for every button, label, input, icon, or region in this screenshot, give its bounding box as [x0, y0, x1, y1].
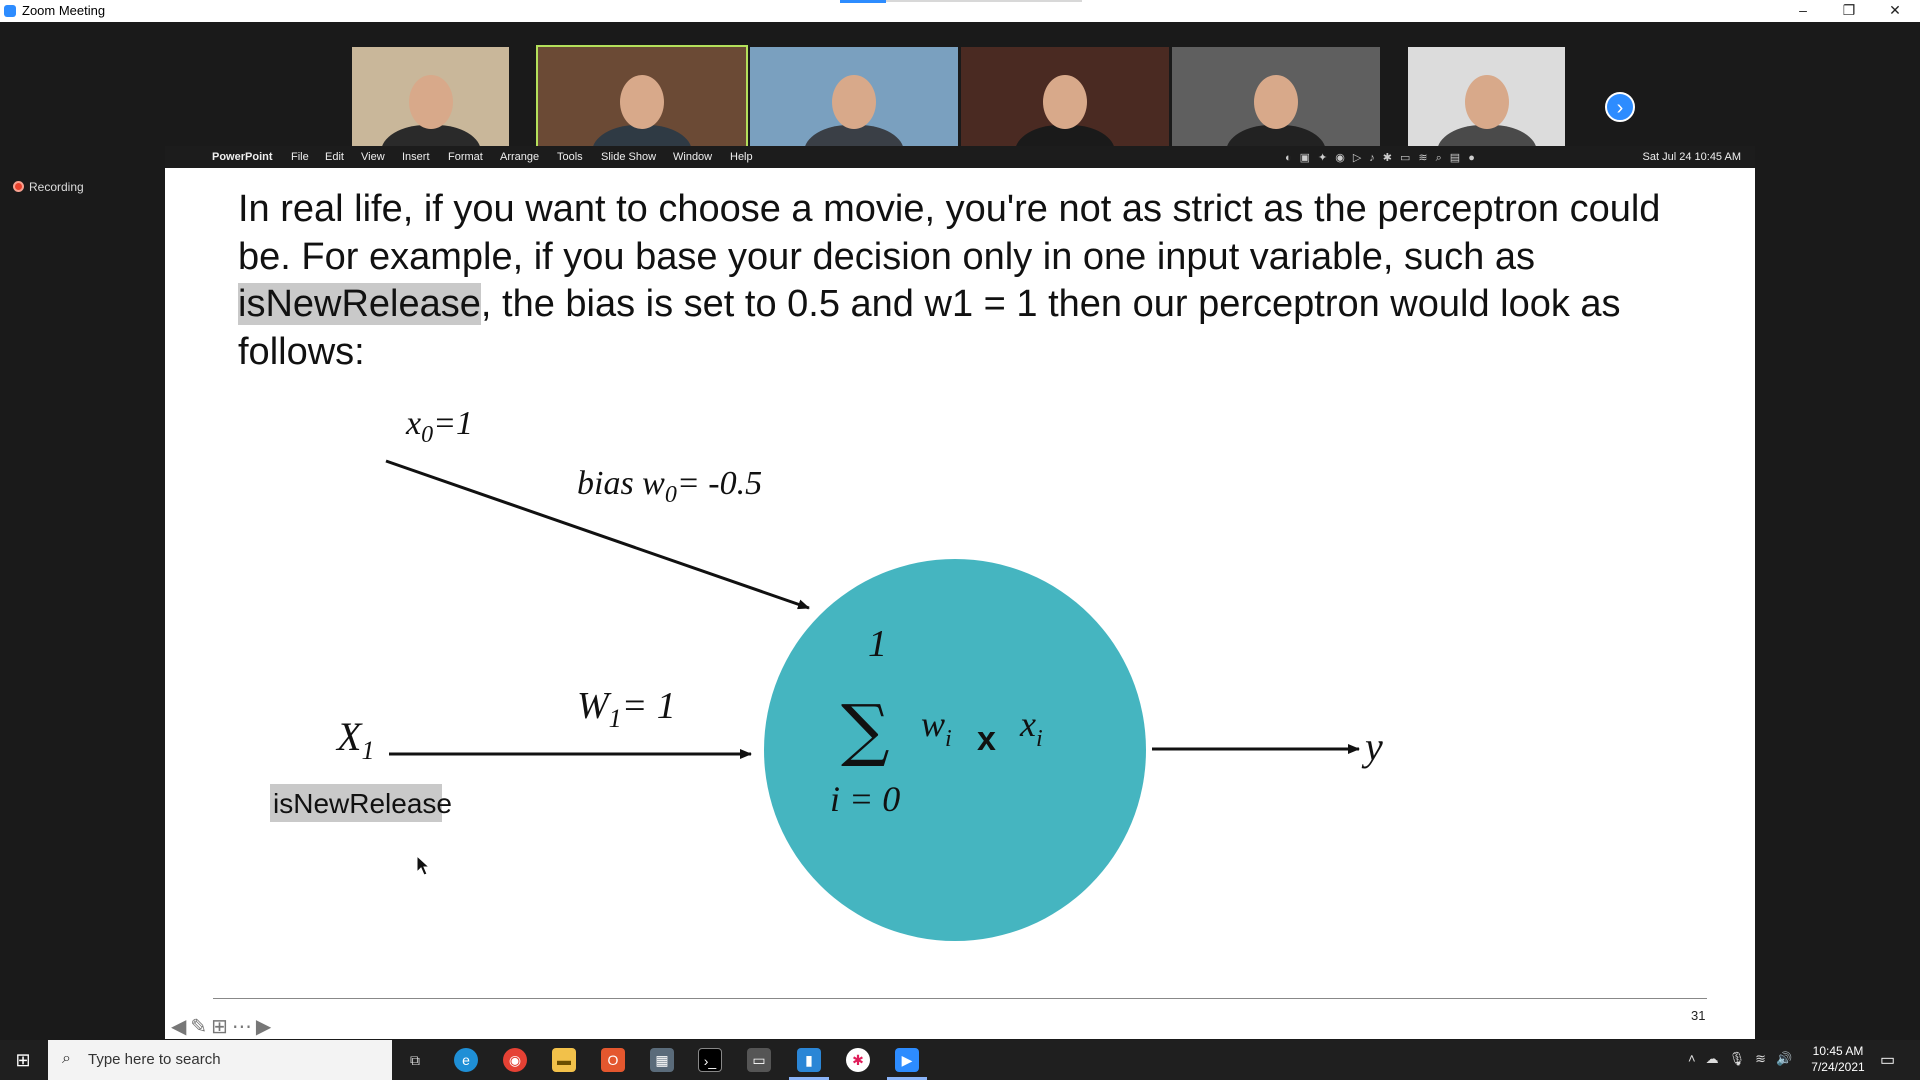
more-options-icon[interactable]: ⋯	[232, 1016, 256, 1038]
minimize-button[interactable]: –	[1780, 0, 1826, 22]
participant-video-face	[1464, 75, 1509, 129]
calculator-icon[interactable]: ▦	[650, 1048, 674, 1072]
taskbar-clock[interactable]: 10:45 AM 7/24/2021	[1808, 1043, 1868, 1075]
zoom-app-icon	[4, 5, 16, 17]
taskbar-search[interactable]: ⌕ Type here to search	[48, 1040, 392, 1080]
slideshow-controls: ◀✎⊞⋯▶	[171, 1014, 275, 1039]
x1-caption: isNewRelease	[273, 788, 452, 819]
document-app-icon[interactable]: ▮	[797, 1048, 821, 1072]
participant-video-face	[1043, 75, 1087, 129]
slack-icon[interactable]: ✱	[846, 1048, 870, 1072]
task-view-icon[interactable]: ⧉	[403, 1048, 427, 1072]
mouse-cursor-icon	[416, 854, 431, 876]
participant-video-face	[620, 75, 664, 129]
bias-weight-label: bias w0= -0.5	[577, 465, 762, 508]
windows-taskbar: ⊞ ⌕ Type here to search ⧉ e ◉ ▬ O ▦ ›_ ▭…	[0, 1040, 1920, 1080]
pen-icon[interactable]: ✎	[190, 1016, 211, 1038]
sum-lower-bound: i = 0	[830, 779, 900, 819]
edge-icon[interactable]: e	[454, 1048, 478, 1072]
recording-icon	[13, 181, 24, 192]
previous-slide-icon[interactable]: ◀	[171, 1016, 190, 1038]
output-label: y	[1361, 724, 1383, 769]
neuron-circle	[764, 559, 1146, 941]
slides-grid-icon[interactable]: ⊞	[211, 1016, 232, 1038]
search-icon: ⌕	[62, 1050, 71, 1067]
view-scroll-indicator	[886, 0, 1082, 2]
zoom-icon[interactable]: ▶	[895, 1048, 919, 1072]
shared-screen: PowerPoint File Edit View Insert Format …	[165, 146, 1755, 1039]
close-button[interactable]: ✕	[1872, 0, 1918, 22]
w1-label: W1= 1	[577, 685, 676, 733]
window-titlebar: Zoom Meeting – ❐ ✕	[0, 0, 1920, 22]
recording-indicator[interactable]: Recording	[13, 180, 84, 194]
recording-label: Recording	[29, 180, 84, 194]
system-tray-icons[interactable]: ˄☁🎙≋🔊	[1688, 1051, 1802, 1067]
sum-times: x	[977, 720, 996, 758]
clock-date: 7/24/2021	[1811, 1060, 1865, 1074]
participant-video-face	[408, 75, 453, 129]
slide-footer-divider	[213, 998, 1707, 999]
chevron-right-icon: ›	[1616, 97, 1624, 119]
window-app-icon[interactable]: ▭	[747, 1048, 771, 1072]
x1-label: X1	[335, 714, 374, 765]
speaker-view-indicator	[840, 0, 886, 3]
participant-video-face	[832, 75, 876, 129]
sum-upper-bound: 1	[868, 623, 887, 665]
perceptron-diagram: x0=1 bias w0= -0.5 X1 isNewRelease W1= 1…	[270, 405, 1383, 941]
search-placeholder: Type here to search	[88, 1051, 221, 1068]
participant-video-face	[1254, 75, 1298, 129]
windows-logo-icon: ⊞	[15, 1050, 31, 1070]
office-icon[interactable]: O	[601, 1048, 625, 1072]
x0-label: x0=1	[405, 405, 473, 448]
sigma-symbol: ∑	[841, 691, 890, 770]
notification-icon[interactable]: ▭	[1880, 1050, 1895, 1070]
file-explorer-icon[interactable]: ▬	[552, 1048, 576, 1072]
terminal-icon[interactable]: ›_	[698, 1048, 722, 1072]
windows-start-button[interactable]: ⊞	[0, 1040, 46, 1080]
clock-time: 10:45 AM	[1812, 1044, 1864, 1058]
window-title: Zoom Meeting	[22, 3, 106, 18]
chrome-icon[interactable]: ◉	[503, 1048, 527, 1072]
slide-number: 31	[1691, 1008, 1706, 1023]
next-page-button[interactable]: ›	[1605, 92, 1635, 122]
restore-button[interactable]: ❐	[1826, 0, 1872, 22]
next-slide-icon[interactable]: ▶	[256, 1016, 275, 1038]
